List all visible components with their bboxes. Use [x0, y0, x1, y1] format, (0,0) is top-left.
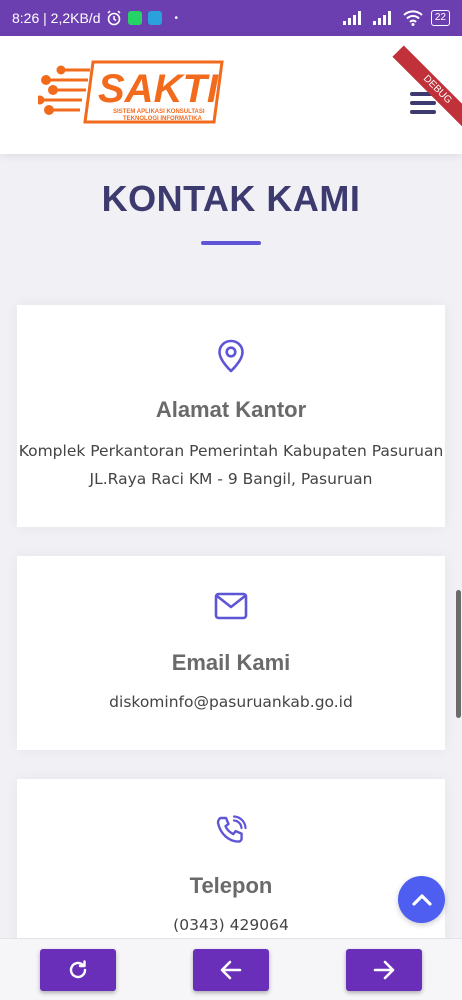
logo-text: SAKTI — [98, 67, 219, 111]
scroll-to-top-button[interactable] — [398, 876, 445, 923]
hamburger-line — [410, 110, 436, 114]
email-card: Email Kami diskominfo@pasuruankab.go.id — [17, 556, 445, 750]
email-title: Email Kami — [171, 650, 291, 675]
alarm-icon — [106, 10, 122, 26]
whatsapp-icon — [128, 11, 143, 25]
address-card: Alamat Kantor Komplek Perkantoran Pemeri… — [17, 305, 445, 527]
debug-ribbon: DEBUG — [392, 45, 462, 135]
logo-subtitle-2: TEKNOLOGI INFORMATIKA — [123, 116, 203, 122]
page-title: KONTAK KAMI — [101, 178, 361, 219]
logo-subtitle-1: SISTEM APLIKASI KONSULTASI — [113, 109, 205, 115]
hamburger-line — [410, 101, 436, 105]
phone-card: Telepon (0343) 429064 — [17, 779, 445, 959]
forward-button[interactable] — [346, 949, 422, 991]
status-time: 8:26 | 2,2KB/d — [12, 10, 101, 26]
wifi-icon — [403, 10, 423, 26]
phone-title: Telepon — [189, 873, 273, 898]
title-underline — [201, 241, 261, 245]
address-line-1: Komplek Perkantoran Pemerintah Kabupaten… — [18, 442, 444, 460]
map-pin-icon — [17, 339, 445, 373]
address-line-2: JL.Raya Raci KM - 9 Bangil, Pasuruan — [89, 470, 373, 488]
email-address[interactable]: diskominfo@pasuruankab.go.id — [17, 688, 445, 716]
bottom-nav-bar — [0, 938, 462, 1000]
signal-icon — [342, 11, 365, 25]
phone-icon — [17, 815, 445, 847]
reload-icon — [69, 960, 87, 979]
arrow-right-icon — [373, 960, 395, 980]
app-header: SAKTI SISTEM APLIKASI KONSULTASI TEKNOLO… — [0, 36, 462, 154]
envelope-icon — [17, 592, 445, 620]
battery-indicator: 22 — [430, 10, 450, 26]
scrollbar-thumb[interactable] — [456, 590, 461, 718]
sakti-logo[interactable]: SAKTI SISTEM APLIKASI KONSULTASI TEKNOLO… — [38, 58, 228, 128]
arrow-left-icon — [220, 960, 242, 980]
signal-icon-2 — [372, 11, 395, 25]
telegram-icon — [148, 11, 163, 25]
chevron-up-icon — [411, 893, 432, 906]
phone-number[interactable]: (0343) 429064 — [17, 911, 445, 939]
notification-dot-icon: • — [174, 12, 178, 24]
status-bar: 8:26 | 2,2KB/d • 22 — [0, 0, 462, 36]
address-title: Alamat Kantor — [155, 397, 307, 422]
reload-button[interactable] — [40, 949, 116, 991]
back-button[interactable] — [193, 949, 269, 991]
